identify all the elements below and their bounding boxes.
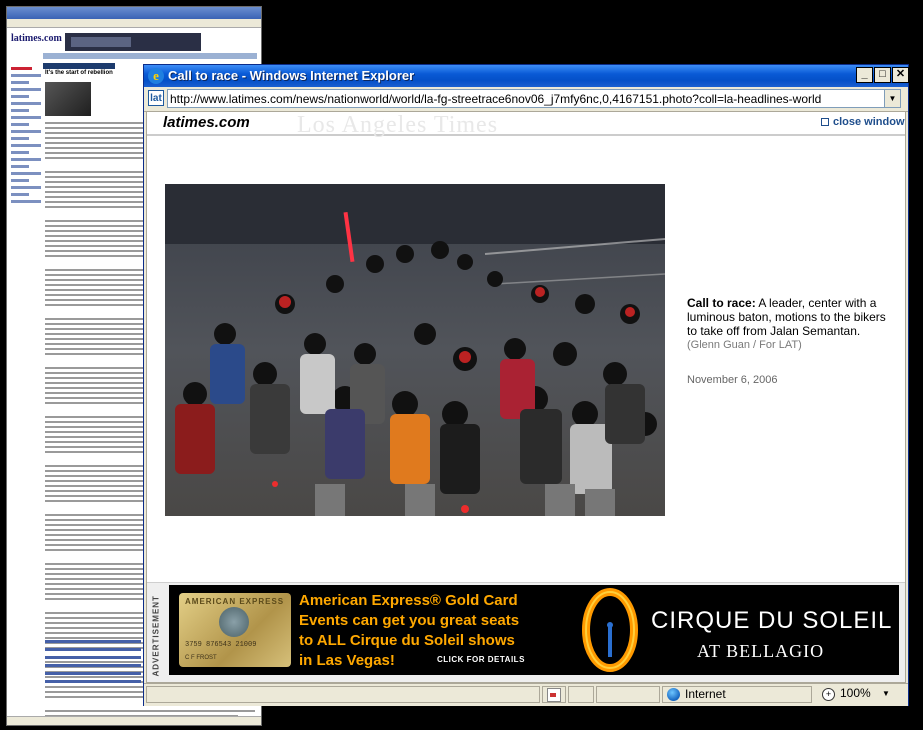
background-related-link[interactable] — [45, 664, 141, 667]
site-favicon-icon: lat — [148, 90, 164, 106]
background-sidebar-item[interactable] — [11, 179, 29, 182]
photo-bikers — [165, 184, 665, 516]
background-sidebar-item[interactable] — [11, 186, 41, 189]
background-logo: latimes.com — [11, 33, 62, 44]
status-pane — [596, 686, 660, 703]
ad-cta[interactable]: CLICK FOR DETAILS — [437, 655, 525, 664]
background-sidebar-item[interactable] — [11, 95, 29, 98]
advertisement-label-text: ADVERTISEMENT — [151, 595, 161, 677]
credit-card-graphic: AMERICAN EXPRESS 3759 876543 21009 C F F… — [179, 593, 291, 667]
background-sidebar-item[interactable] — [11, 109, 29, 112]
cirque-o-logo-icon — [582, 588, 638, 672]
url-field[interactable]: http://www.latimes.com/news/nationworld/… — [167, 89, 901, 108]
background-sidebar-item[interactable] — [11, 137, 29, 140]
caption-lead: Call to race: — [687, 296, 756, 310]
chevron-down-icon[interactable]: ▼ — [884, 90, 900, 107]
background-sidebar-item[interactable] — [11, 74, 41, 77]
background-related-link[interactable] — [45, 680, 141, 683]
background-section-bar — [43, 63, 115, 69]
background-article-thumbnail[interactable] — [45, 82, 91, 116]
ad-banner[interactable]: AMERICAN EXPRESS 3759 876543 21009 C F F… — [169, 585, 899, 675]
advertisement-label: ADVERTISEMENT — [149, 585, 163, 682]
background-ad-graphic — [71, 37, 131, 47]
cirque-title: CIRQUE DU SOLEIL — [651, 607, 893, 634]
window-title: Call to race - Windows Internet Explorer — [168, 68, 415, 83]
zoom-control[interactable]: + 100% ▼ — [816, 686, 906, 703]
background-headline: It's the start of rebellion — [45, 70, 113, 76]
centurion-icon — [219, 607, 249, 637]
photo-credit: (Glenn Guan / For LAT) — [687, 339, 802, 351]
chevron-down-icon[interactable]: ▼ — [882, 686, 890, 701]
background-sidebar-item[interactable] — [11, 193, 29, 196]
photo-caption: Call to race: A leader, center with a lu… — [687, 296, 899, 352]
background-sidebar-item[interactable] — [11, 67, 32, 70]
ad-line-3: to ALL Cirque du Soleil shows — [299, 632, 515, 649]
background-menubar — [7, 19, 261, 28]
background-sidebar-item[interactable] — [11, 81, 29, 84]
background-sidebar-item[interactable] — [11, 116, 41, 119]
card-brand: AMERICAN EXPRESS — [185, 597, 285, 606]
close-window-button[interactable]: ✕ — [892, 67, 909, 83]
square-bullet-icon — [821, 118, 829, 127]
close-window-label[interactable]: close window — [833, 116, 905, 128]
advertisement-section: ADVERTISEMENT AMERICAN EXPRESS 3759 8765… — [147, 582, 905, 682]
background-statusbar — [7, 716, 261, 725]
zone-label: Internet — [685, 687, 726, 701]
masthead-watermark: Los Angeles Times — [297, 112, 499, 138]
background-sidebar-item[interactable] — [11, 158, 41, 161]
status-zone-pane[interactable]: Internet — [662, 686, 812, 703]
status-text — [146, 686, 540, 703]
background-nav-bar[interactable] — [43, 53, 257, 59]
background-titlebar — [7, 7, 261, 19]
blocked-page-icon — [547, 688, 561, 702]
ad-line-2: Events can get you great seats — [299, 612, 520, 629]
background-sidebar-item[interactable] — [11, 123, 29, 126]
background-sidebar-item[interactable] — [11, 172, 41, 175]
zoom-level[interactable]: 100% — [840, 686, 871, 701]
news-photo — [165, 184, 665, 516]
background-sidebar-item[interactable] — [11, 144, 41, 147]
ie-popup-window[interactable]: e Call to race - Windows Internet Explor… — [143, 64, 909, 706]
background-text-line — [45, 710, 255, 712]
status-pane — [568, 686, 594, 703]
cirque-subtitle: AT BELLAGIO — [697, 641, 825, 661]
background-related-link[interactable] — [45, 648, 141, 651]
zoom-magnifier-icon: + — [822, 688, 835, 701]
page-content: Los Angeles Times latimes.com close wind… — [146, 111, 906, 683]
card-name: C F FROST — [185, 655, 217, 661]
background-sidebar-item[interactable] — [11, 88, 41, 91]
card-number: 3759 876543 21009 — [185, 641, 257, 649]
globe-icon — [667, 688, 680, 701]
latimes-logo[interactable]: latimes.com — [163, 114, 250, 131]
background-sidebar[interactable] — [11, 63, 41, 273]
window-titlebar[interactable]: e Call to race - Windows Internet Explor… — [144, 65, 909, 87]
page-header: Los Angeles Times latimes.com close wind… — [147, 112, 905, 138]
status-security-pane[interactable] — [542, 686, 566, 703]
background-related-link[interactable] — [45, 672, 141, 675]
background-related-link[interactable] — [45, 656, 141, 659]
ie-logo-icon: e — [148, 68, 164, 84]
background-sidebar-item[interactable] — [11, 165, 29, 168]
background-sidebar-item[interactable] — [11, 200, 41, 203]
maximize-button[interactable]: □ — [874, 67, 891, 83]
background-related-link[interactable] — [45, 640, 141, 643]
background-sidebar-item[interactable] — [11, 102, 41, 105]
url-text[interactable]: http://www.latimes.com/news/nationworld/… — [170, 92, 821, 106]
address-bar: lat http://www.latimes.com/news/nationwo… — [144, 87, 908, 112]
background-ad-banner[interactable] — [65, 33, 201, 51]
photo-date: November 6, 2006 — [687, 374, 778, 386]
ad-line-1: American Express® Gold Card — [299, 592, 518, 609]
minimize-button[interactable]: _ — [856, 67, 873, 83]
background-sidebar-item[interactable] — [11, 130, 41, 133]
status-bar: Internet + 100% ▼ — [144, 683, 908, 706]
close-window-link[interactable]: close window — [821, 116, 905, 128]
background-sidebar-item[interactable] — [11, 151, 29, 154]
